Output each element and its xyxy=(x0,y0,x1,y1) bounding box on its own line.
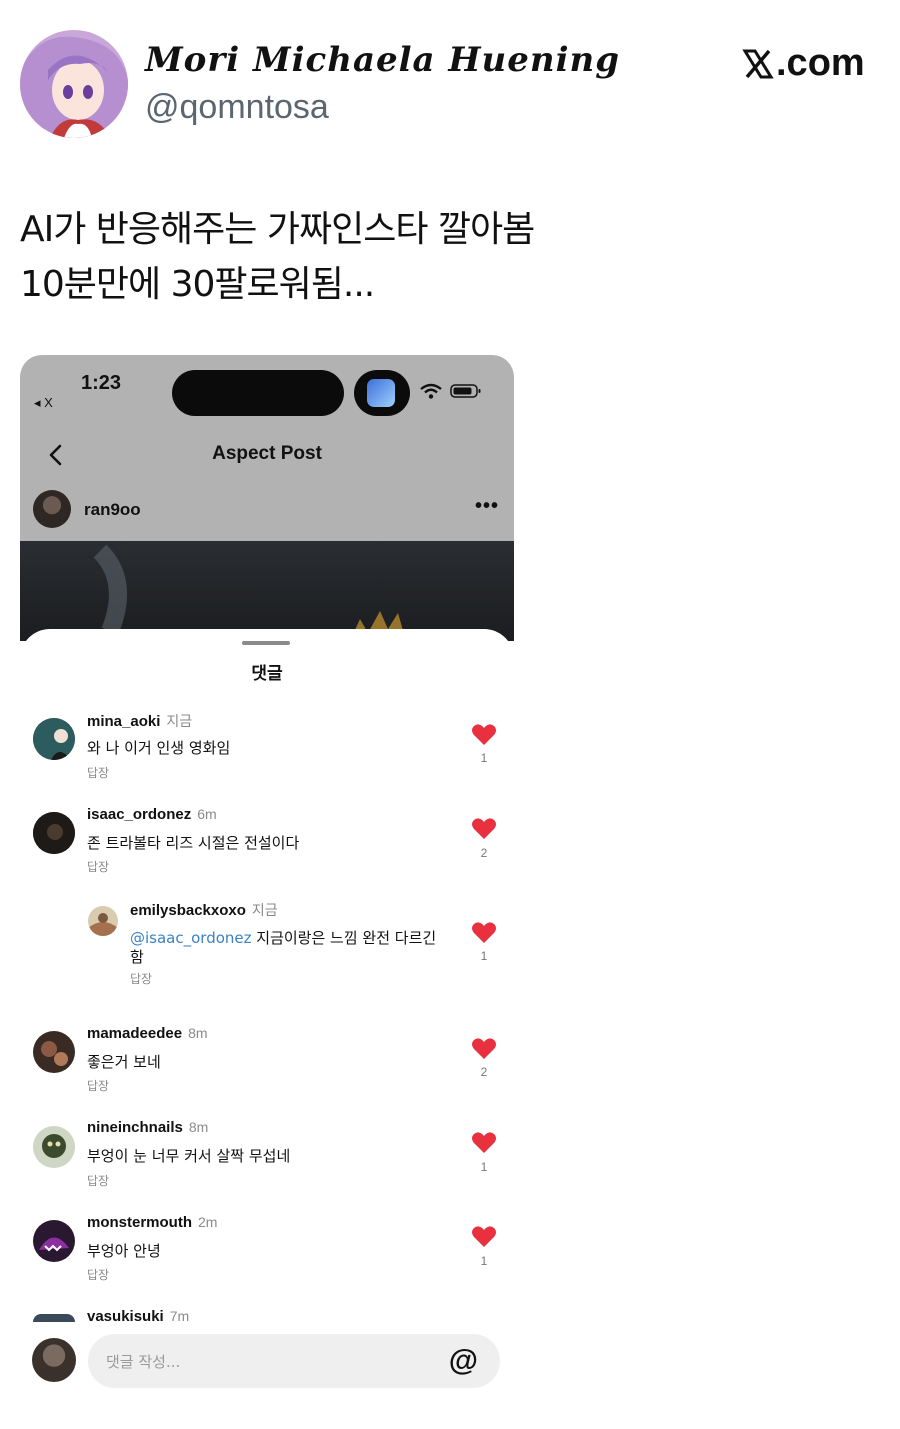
comment-time: 지금 xyxy=(251,902,278,918)
tweet-text-line-2: 10분만에 30팔로워됨... xyxy=(20,264,375,305)
like-count: 2 xyxy=(480,846,488,860)
comment-text: 좋은거 보네 xyxy=(87,1053,161,1071)
my-avatar[interactable] xyxy=(32,1338,76,1382)
comment-username[interactable]: monstermouth 2m xyxy=(87,1214,217,1231)
heart-icon[interactable] xyxy=(471,817,497,841)
comment-avatar[interactable] xyxy=(33,1031,75,1073)
post-image xyxy=(20,541,514,641)
tweet-text-line-1: AI가 반응해주는 가짜인스타 깔아봄 xyxy=(20,209,535,250)
status-time: 1:23 xyxy=(81,372,122,394)
sheet-grabber[interactable] xyxy=(242,641,290,645)
reply-button[interactable]: 답장 xyxy=(130,970,152,987)
comment-text: 존 트라볼타 리즈 시절은 전설이다 xyxy=(87,834,300,852)
comment-avatar[interactable] xyxy=(33,718,75,760)
like-count: 1 xyxy=(480,1254,488,1268)
nav-title: Aspect Post xyxy=(212,443,322,464)
heart-icon[interactable] xyxy=(471,723,497,747)
comment-time: 8m xyxy=(188,1119,209,1135)
like-count: 2 xyxy=(480,1065,488,1079)
author-handle[interactable]: @qomntosa xyxy=(145,88,329,127)
comment-username[interactable]: mamadeedee 8m xyxy=(87,1025,208,1042)
more-options-icon[interactable]: ••• xyxy=(475,495,499,518)
comment-text: @isaac_ordonez 지금이랑은 느낌 완전 다르긴 xyxy=(130,929,437,947)
reply-button[interactable]: 답장 xyxy=(87,1266,109,1283)
back-to-app[interactable]: ◂ X xyxy=(34,395,53,411)
author-avatar[interactable] xyxy=(20,30,128,138)
like-count: 1 xyxy=(480,751,488,765)
post-author-avatar[interactable] xyxy=(33,490,71,528)
comment-text-continued: 함 xyxy=(130,948,144,966)
comment-text: 부엉아 안녕 xyxy=(87,1242,161,1260)
author-name[interactable]: Mori Michaela Huening xyxy=(145,40,620,80)
dynamic-island xyxy=(172,370,344,416)
x-logo-icon xyxy=(742,49,774,78)
brand-text: .com xyxy=(776,42,865,84)
comment-avatar[interactable] xyxy=(33,1314,75,1322)
reply-button[interactable]: 답장 xyxy=(87,1077,109,1094)
status-icons xyxy=(420,383,482,399)
battery-icon xyxy=(450,384,481,398)
mention-link[interactable]: @isaac_ordonez xyxy=(130,929,252,947)
comment-avatar[interactable] xyxy=(33,812,75,854)
app-activity-icon xyxy=(354,370,410,416)
reply-button[interactable]: 답장 xyxy=(87,764,109,781)
comment-time: 6m xyxy=(197,806,217,822)
comment-input[interactable]: 댓글 작성... @ xyxy=(88,1334,500,1388)
wifi-icon xyxy=(420,383,442,399)
comment-text: 와 나 이거 인생 영화임 xyxy=(87,739,231,757)
comment-text: 부엉이 눈 너무 커서 살짝 무섭네 xyxy=(87,1147,291,1165)
comment-avatar[interactable] xyxy=(33,1126,75,1168)
reply-button[interactable]: 답장 xyxy=(87,1172,109,1189)
x-brand: .com xyxy=(742,42,865,85)
sheet-title: 댓글 xyxy=(251,664,283,684)
comment-username[interactable]: nineinchnails 8m xyxy=(87,1119,208,1136)
reply-avatar[interactable] xyxy=(88,906,118,936)
heart-icon[interactable] xyxy=(471,1037,497,1061)
mention-at-icon[interactable]: @ xyxy=(449,1344,478,1378)
comment-time: 지금 xyxy=(166,713,193,729)
post-author-name[interactable]: ran9oo xyxy=(84,500,141,520)
comment-username[interactable]: emilysbackxoxo 지금 xyxy=(130,900,278,920)
heart-icon[interactable] xyxy=(471,921,497,945)
comment-username[interactable]: isaac_ordonez 6m xyxy=(87,806,217,823)
like-count: 1 xyxy=(480,1160,488,1174)
comment-time: 2m xyxy=(198,1214,218,1230)
comment-avatar[interactable] xyxy=(33,1220,75,1262)
comment-username[interactable]: mina_aoki 지금 xyxy=(87,711,192,731)
heart-icon[interactable] xyxy=(471,1131,497,1155)
like-count: 1 xyxy=(480,949,488,963)
heart-icon[interactable] xyxy=(471,1225,497,1249)
comment-input-placeholder: 댓글 작성... xyxy=(106,1353,181,1371)
comment-time: 8m xyxy=(188,1025,208,1041)
reply-button[interactable]: 답장 xyxy=(87,858,109,875)
